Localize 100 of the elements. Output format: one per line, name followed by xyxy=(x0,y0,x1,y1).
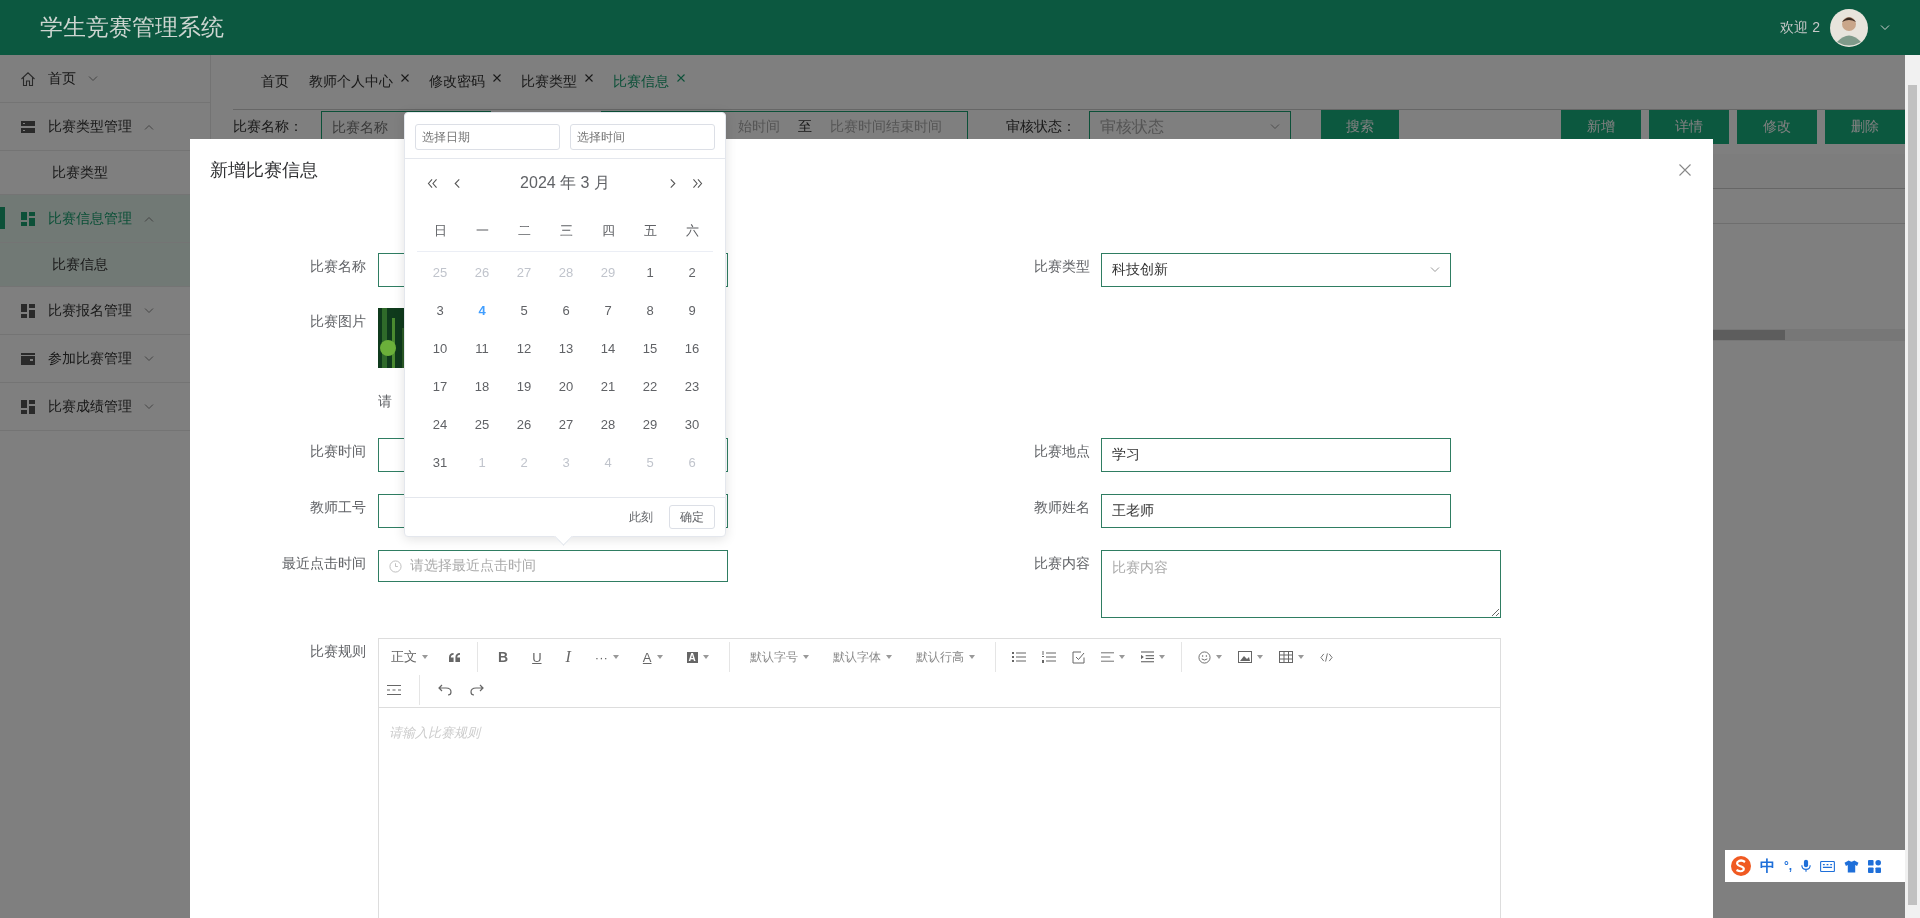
table-dropdown[interactable] xyxy=(1278,651,1304,663)
highlight-dropdown[interactable]: A xyxy=(682,651,713,663)
calendar-day[interactable]: 7 xyxy=(587,292,629,330)
calendar-day[interactable]: 11 xyxy=(461,330,503,368)
caret-icon xyxy=(968,655,975,659)
time-field[interactable]: 选择时间 xyxy=(570,124,715,150)
caret-icon xyxy=(802,655,809,659)
welcome-text: 欢迎 2 xyxy=(1780,18,1820,37)
language-mode[interactable]: 中 xyxy=(1760,856,1775,876)
calendar-day[interactable]: 29 xyxy=(629,406,671,444)
punctuation-mode[interactable]: °, xyxy=(1784,859,1793,873)
caret-icon xyxy=(1118,655,1125,659)
font-size-dropdown[interactable]: 默认字号 xyxy=(745,648,813,666)
close-icon[interactable] xyxy=(1679,164,1691,176)
previous-month-icon[interactable] xyxy=(454,178,460,188)
weekday-label: 六 xyxy=(684,222,700,240)
caret-icon xyxy=(885,655,892,659)
page-scrollbar[interactable] xyxy=(1905,55,1920,918)
calendar-day[interactable]: 17 xyxy=(419,368,461,406)
calendar-day[interactable]: 14 xyxy=(587,330,629,368)
calendar-day[interactable]: 3 xyxy=(419,292,461,330)
date-field[interactable]: 选择日期 xyxy=(415,124,560,150)
calendar-day[interactable]: 2 xyxy=(671,254,713,292)
close-icon[interactable] xyxy=(493,74,501,82)
keyboard-icon[interactable] xyxy=(1820,860,1836,872)
text-field[interactable]: 王老师 xyxy=(1101,494,1451,528)
dashboard-icon xyxy=(20,302,36,319)
calendar-day[interactable]: 13 xyxy=(545,330,587,368)
more-dropdown[interactable]: ··· xyxy=(590,649,623,665)
logo-icon[interactable] xyxy=(1731,856,1751,876)
calendar-day[interactable]: 9 xyxy=(671,292,713,330)
type-select[interactable]: 科技创新 xyxy=(1101,253,1451,287)
calendar-day[interactable]: 20 xyxy=(545,368,587,406)
image-dropdown[interactable] xyxy=(1237,651,1263,663)
bold-button[interactable]: B xyxy=(494,649,513,665)
align-dropdown[interactable] xyxy=(1100,652,1125,662)
tab[interactable]: 教师个人中心 xyxy=(299,73,419,91)
calendar-day[interactable]: 30 xyxy=(671,406,713,444)
menu-item[interactable]: 首页 xyxy=(0,55,210,103)
close-icon[interactable] xyxy=(677,74,685,82)
avatar-icon[interactable] xyxy=(1830,8,1868,47)
divider-icon[interactable] xyxy=(387,684,401,696)
confirm-button[interactable]: 确定 xyxy=(669,505,715,529)
quote-icon[interactable] xyxy=(448,651,461,663)
shirt-icon[interactable] xyxy=(1844,859,1860,873)
calendar-day[interactable]: 8 xyxy=(629,292,671,330)
underline-button[interactable]: U xyxy=(528,649,546,665)
indent-dropdown[interactable] xyxy=(1140,651,1165,663)
bullet-list-icon[interactable] xyxy=(1011,651,1026,663)
calendar-day[interactable]: 23 xyxy=(671,368,713,406)
calendar-day[interactable]: 1 xyxy=(629,254,671,292)
italic-button[interactable]: I xyxy=(561,648,575,666)
calendar-day[interactable]: 5 xyxy=(503,292,545,330)
upload-hint: 请 xyxy=(378,392,393,411)
caret-icon xyxy=(1158,655,1165,659)
close-icon[interactable] xyxy=(401,74,409,82)
previous-year-icon[interactable] xyxy=(427,178,438,188)
next-year-icon[interactable] xyxy=(692,178,703,188)
undo-icon[interactable] xyxy=(438,684,452,696)
calendar-day[interactable]: 22 xyxy=(629,368,671,406)
font-family-dropdown[interactable]: 默认字体 xyxy=(828,648,896,666)
calendar-day[interactable]: 25 xyxy=(461,406,503,444)
calendar-day[interactable]: 31 xyxy=(419,444,461,482)
apps-icon[interactable] xyxy=(1868,859,1882,873)
close-icon[interactable] xyxy=(585,74,593,82)
now-button[interactable]: 此刻 xyxy=(623,507,659,527)
calendar-day[interactable]: 6 xyxy=(545,292,587,330)
calendar-day[interactable]: 12 xyxy=(503,330,545,368)
code-icon[interactable] xyxy=(1319,652,1333,662)
line-height-dropdown[interactable]: 默认行高 xyxy=(911,648,979,666)
caret-icon xyxy=(422,655,428,659)
tab[interactable]: 首页 xyxy=(251,73,299,91)
checkbox-icon[interactable] xyxy=(1071,650,1085,664)
next-month-icon[interactable] xyxy=(670,178,676,188)
microphone-icon[interactable] xyxy=(1801,859,1812,873)
calendar-day[interactable]: 28 xyxy=(587,406,629,444)
caret-icon xyxy=(612,655,619,659)
redo-icon[interactable] xyxy=(470,684,484,696)
calendar-day[interactable]: 10 xyxy=(419,330,461,368)
calendar-day[interactable]: 21 xyxy=(587,368,629,406)
chevron-icon xyxy=(1270,124,1280,130)
form-label: 比赛类型 xyxy=(1033,257,1091,276)
caret-icon xyxy=(702,655,709,659)
font-color-dropdown[interactable]: A xyxy=(638,649,667,665)
calendar-day[interactable]: 27 xyxy=(545,406,587,444)
calendar-day[interactable]: 19 xyxy=(503,368,545,406)
tab[interactable]: 比赛类型 xyxy=(511,73,603,91)
paragraph-dropdown[interactable]: 正文 xyxy=(387,648,432,666)
form-label: 比赛名称 xyxy=(309,257,367,276)
calendar-day[interactable]: 15 xyxy=(629,330,671,368)
content-textarea[interactable]: 比赛内容 xyxy=(1101,550,1501,618)
chevron-icon xyxy=(144,215,154,222)
emoji-dropdown[interactable] xyxy=(1197,650,1222,664)
calendar-day[interactable]: 18 xyxy=(461,368,503,406)
calendar-day[interactable]: 16 xyxy=(671,330,713,368)
numbered-list-icon[interactable] xyxy=(1041,651,1056,663)
tab[interactable]: 修改密码 xyxy=(419,73,511,91)
text-field[interactable]: 学习 xyxy=(1101,438,1451,472)
calendar-day[interactable]: 24 xyxy=(419,406,461,444)
calendar-day[interactable]: 26 xyxy=(503,406,545,444)
